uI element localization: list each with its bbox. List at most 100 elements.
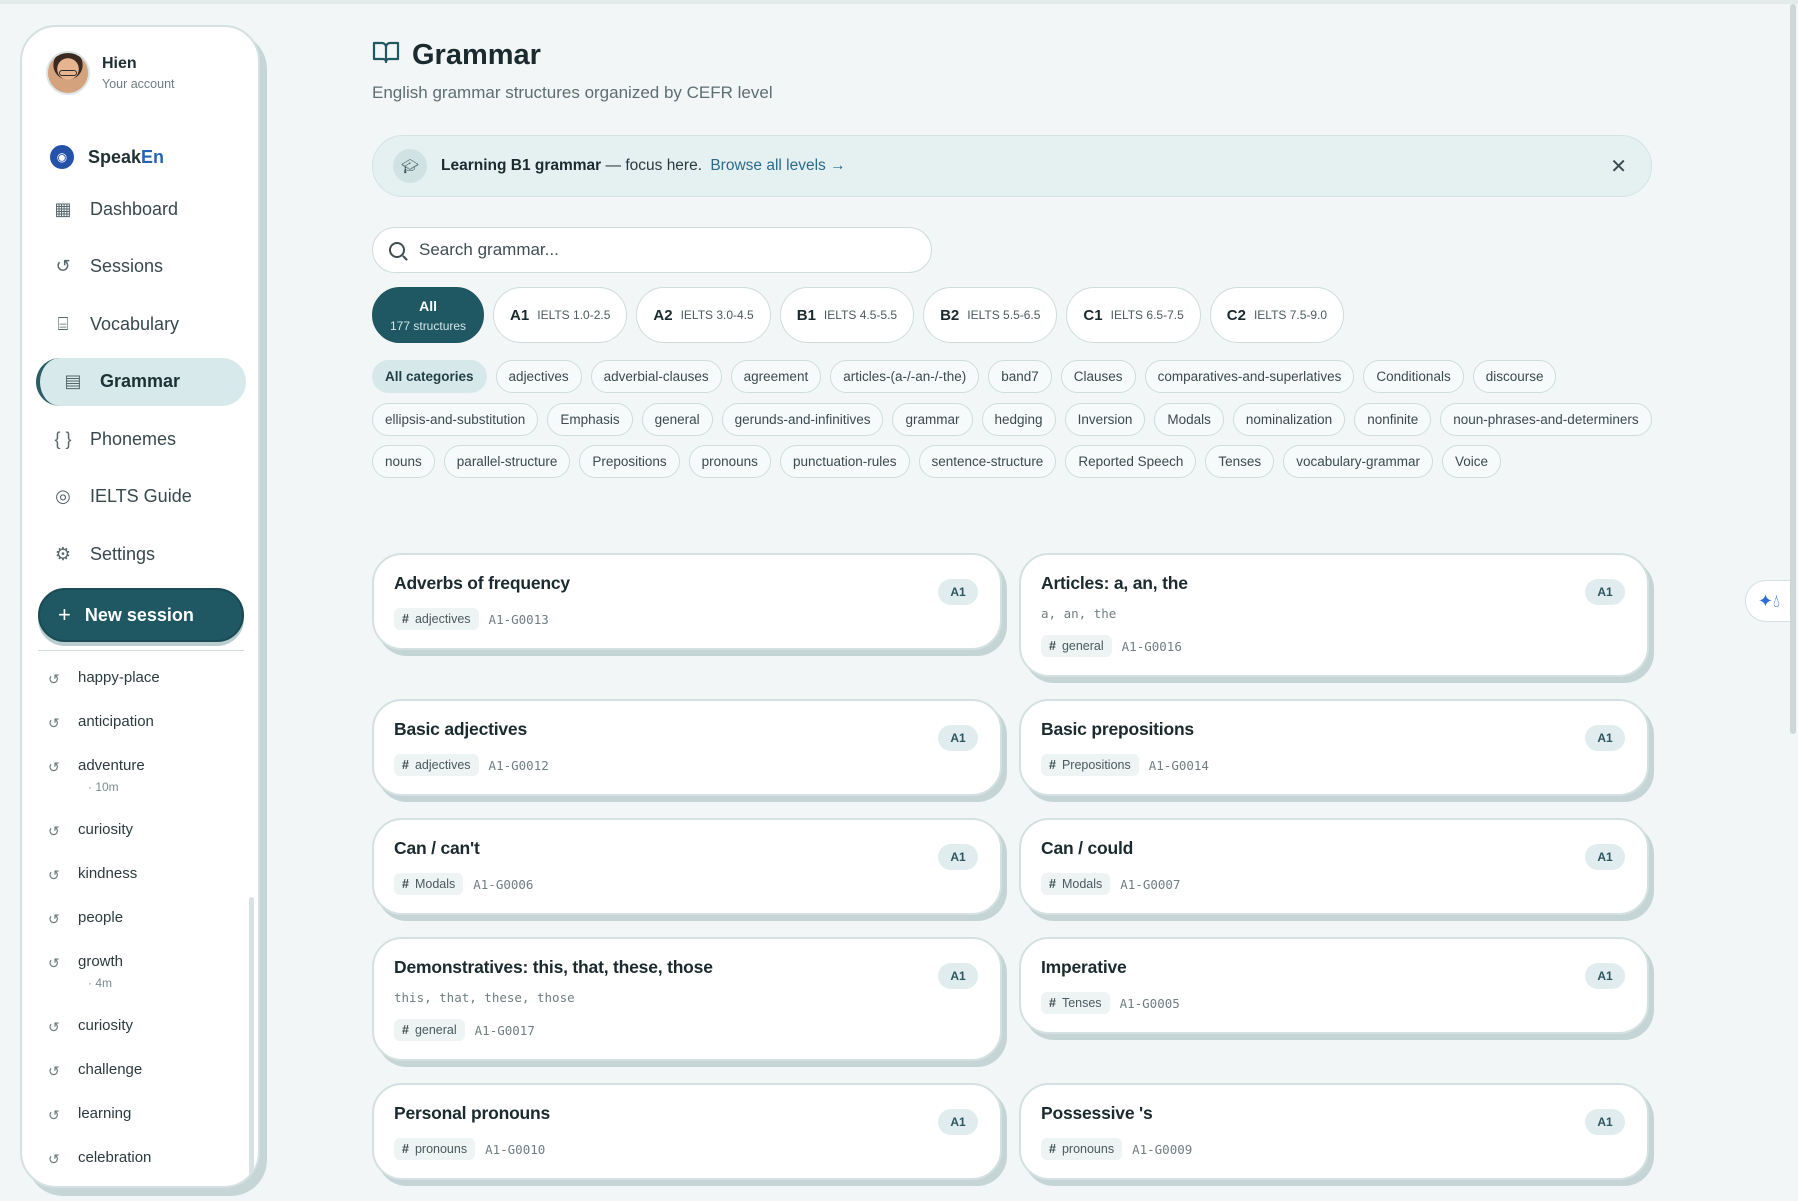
- ielts-range: IELTS 6.5-7.5: [1110, 308, 1184, 322]
- browse-all-levels-link[interactable]: Browse all levels →: [710, 157, 845, 174]
- category-chip[interactable]: nonfinite: [1354, 402, 1432, 436]
- account-block[interactable]: Hien Your account: [46, 51, 175, 95]
- level-chip-b2[interactable]: B2 IELTS 5.5-6.5: [923, 287, 1058, 343]
- session-history-item[interactable]: ↺ curiosity: [48, 1005, 248, 1049]
- brand[interactable]: ◉ SpeakEn: [50, 145, 164, 169]
- floating-assistant-button[interactable]: ✦💧︎: [1745, 580, 1793, 622]
- category-chip[interactable]: articles-(a-/-an-/-the): [830, 360, 980, 393]
- category-chip[interactable]: ellipsis-and-substitution: [372, 402, 539, 436]
- category-chip[interactable]: hedging: [981, 402, 1056, 436]
- card-title: Can / can't: [394, 838, 480, 858]
- category-chip[interactable]: grammar: [892, 402, 973, 436]
- category-chip[interactable]: Voice: [1441, 445, 1502, 478]
- category-chip[interactable]: noun-phrases-and-determiners: [1440, 402, 1652, 436]
- category-chip[interactable]: Prepositions: [579, 445, 680, 478]
- category-chip[interactable]: Inversion: [1064, 402, 1146, 436]
- category-chip[interactable]: Emphasis: [547, 402, 633, 436]
- sidebar-item-phonemes[interactable]: { } Phonemes: [36, 415, 246, 463]
- category-chip[interactable]: vocabulary-grammar: [1283, 445, 1433, 478]
- session-history-item[interactable]: ↺ adventure · 10m: [48, 745, 248, 809]
- main-scrollbar[interactable]: [1790, 4, 1796, 734]
- category-chip[interactable]: parallel-structure: [443, 445, 571, 478]
- sidebar-item-settings[interactable]: ⚙ Settings: [36, 530, 246, 578]
- level-badge: A1: [1585, 1109, 1625, 1135]
- session-name: celebration: [78, 1149, 152, 1166]
- category-chip[interactable]: pronouns: [688, 445, 771, 478]
- card-category-tag: # general: [1041, 635, 1112, 657]
- category-filter: All categories adjectives adverbial-clause…: [372, 360, 1662, 488]
- grammar-card[interactable]: Basic prepositions # Prepositions A1-G0014 A…: [1019, 699, 1649, 796]
- level-chip-b1[interactable]: B1 IELTS 4.5-5.5: [779, 287, 915, 343]
- session-history-list: ↺ happy-place ↺ anticipation ↺ adventure · 10m…: [48, 657, 248, 1186]
- grammar-card[interactable]: Basic adjectives # adjectives A1-G0012 A1: [372, 699, 1002, 796]
- braces-icon: { }: [54, 428, 72, 449]
- grammar-card[interactable]: Articles: a, an, the a, an, the # general A1…: [1019, 553, 1649, 677]
- grammar-card[interactable]: Possessive 's # pronouns A1-G0009 A1: [1019, 1083, 1649, 1180]
- grammar-card[interactable]: Adverbs of frequency # adjectives A1-G0013 A…: [372, 553, 1002, 650]
- new-session-button[interactable]: + New session: [38, 588, 244, 642]
- session-history-item[interactable]: ↺ growth · 4m: [48, 941, 248, 1005]
- category-chip[interactable]: adverbial-clauses: [590, 360, 722, 393]
- category-chip[interactable]: adjectives: [495, 360, 582, 393]
- session-history-item[interactable]: ↺ celebration: [48, 1137, 248, 1181]
- session-history-item[interactable]: ↺anticipation: [48, 1181, 248, 1186]
- card-id: A1-G0014: [1148, 757, 1209, 773]
- sidebar-item-sessions[interactable]: ↺ Sessions: [36, 243, 246, 291]
- session-history-item[interactable]: ↺ curiosity: [48, 809, 248, 853]
- session-history-item[interactable]: ↺ challenge: [48, 1049, 248, 1093]
- session-name: kindness: [78, 865, 138, 882]
- category-chip[interactable]: Modals: [1154, 402, 1224, 436]
- category-chip[interactable]: nominalization: [1232, 402, 1346, 436]
- sidebar-scrollbar[interactable]: [249, 897, 254, 1186]
- sidebar-item-dashboard[interactable]: ▦ Dashboard: [36, 185, 246, 233]
- session-history-item[interactable]: ↺anticipation: [48, 701, 248, 745]
- category-chip[interactable]: Conditionals: [1363, 360, 1464, 393]
- page-subtitle: English grammar structures organized by …: [372, 83, 773, 102]
- ielts-range: IELTS 1.0-2.5: [537, 308, 611, 322]
- grammar-card[interactable]: Can / can't # Modals A1-G0006 A1: [372, 818, 1002, 915]
- search-bar[interactable]: [372, 227, 932, 273]
- category-chip[interactable]: gerunds-and-infinitives: [721, 402, 884, 436]
- category-chip[interactable]: Reported Speech: [1065, 445, 1197, 478]
- category-chip[interactable]: general: [641, 402, 713, 436]
- category-chip[interactable]: nouns: [372, 445, 435, 478]
- card-category-tag: # Tenses: [1041, 992, 1110, 1014]
- grammar-card[interactable]: Personal pronouns # pronouns A1-G0010 A1: [372, 1083, 1002, 1180]
- session-history-item[interactable]: ↺ kindness: [48, 853, 248, 897]
- plus-icon: +: [58, 602, 71, 627]
- category-chip[interactable]: All categories: [372, 360, 487, 393]
- card-title: Imperative: [1041, 957, 1127, 977]
- level-chip-a2[interactable]: A2 IELTS 3.0-4.5: [636, 287, 771, 343]
- category-chip[interactable]: Clauses: [1060, 360, 1136, 393]
- close-icon[interactable]: ✕: [1610, 154, 1627, 179]
- session-history-item[interactable]: ↺ people: [48, 897, 248, 941]
- banner-text: Learning B1 grammar — focus here. Browse…: [441, 157, 846, 174]
- search-input[interactable]: [419, 240, 899, 260]
- category-chip[interactable]: discourse: [1472, 360, 1557, 393]
- history-icon: ↺: [48, 759, 60, 775]
- category-chip[interactable]: band7: [988, 360, 1052, 393]
- category-chip[interactable]: sentence-structure: [918, 445, 1057, 478]
- session-history-item[interactable]: ↺ learning: [48, 1093, 248, 1137]
- sidebar-item-grammar[interactable]: ▤ Grammar: [36, 357, 246, 406]
- card-title: Adverbs of frequency: [394, 573, 570, 593]
- level-chip-c1[interactable]: C1 IELTS 6.5-7.5: [1066, 287, 1201, 343]
- level-badge: A1: [938, 725, 978, 751]
- grammar-card[interactable]: Demonstratives: this, that, these, those…: [372, 937, 1002, 1061]
- sidebar-divider: [38, 650, 244, 651]
- new-session-label: New session: [84, 604, 194, 625]
- level-chip-c2[interactable]: C2 IELTS 7.5-9.0: [1209, 287, 1345, 343]
- category-chip[interactable]: punctuation-rules: [779, 445, 910, 478]
- category-chip[interactable]: agreement: [730, 360, 822, 393]
- grammar-card[interactable]: Can / could # Modals A1-G0007 A1: [1019, 818, 1649, 915]
- grammar-card[interactable]: Imperative # Tenses A1-G0005 A1: [1019, 937, 1649, 1034]
- category-chip[interactable]: comparatives-and-superlatives: [1144, 360, 1355, 393]
- card-title: Demonstratives: this, that, these, those: [394, 957, 713, 977]
- sidebar-item-vocabulary[interactable]: ⌸ Vocabulary: [36, 300, 246, 348]
- sidebar-item-label: Vocabulary: [90, 313, 180, 334]
- level-chip-a1[interactable]: A1 IELTS 1.0-2.5: [493, 287, 628, 343]
- category-chip[interactable]: Tenses: [1205, 445, 1275, 478]
- level-chip-all[interactable]: All 177 structures: [372, 287, 485, 343]
- session-history-item[interactable]: ↺ happy-place: [48, 657, 248, 701]
- sidebar-item-ielts-guide[interactable]: ◎ IELTS Guide: [36, 473, 246, 521]
